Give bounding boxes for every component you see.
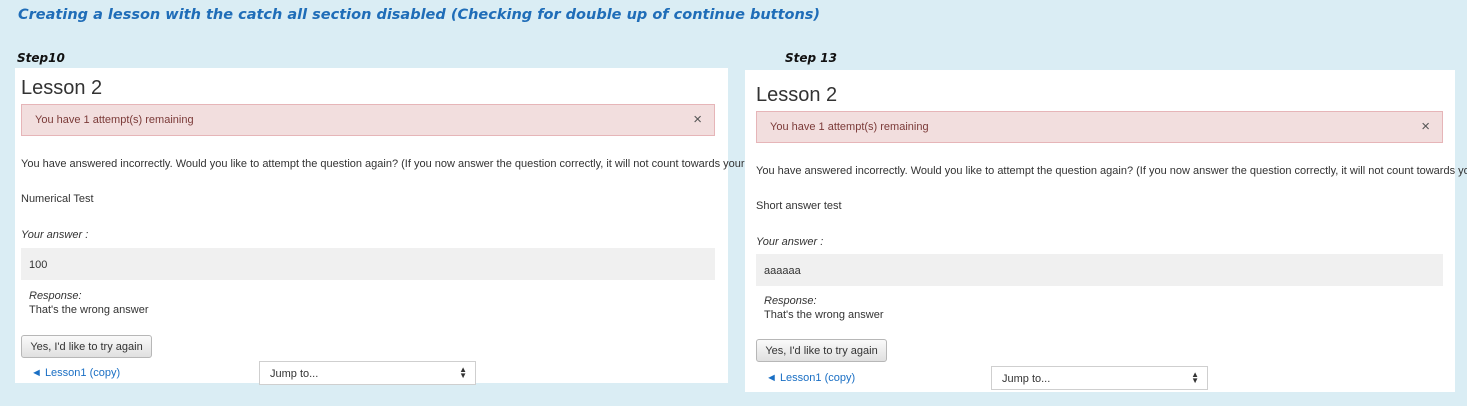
alert-text: You have 1 attempt(s) remaining <box>770 121 929 133</box>
step-label-right: Step 13 <box>785 51 837 65</box>
jump-to-select[interactable]: Jump to... ▲ ▼ <box>259 361 476 385</box>
lesson-panel-step10: Lesson 2 You have 1 attempt(s) remaining… <box>15 68 804 385</box>
jump-to-value: Jump to... <box>1002 373 1051 385</box>
lesson-title: Lesson 2 <box>756 84 838 106</box>
question-name: Numerical Test <box>21 193 94 205</box>
prev-lesson-link[interactable]: ◄ Lesson1 (copy) <box>31 367 120 379</box>
attempts-alert: You have 1 attempt(s) remaining × <box>756 111 1443 143</box>
your-answer-label: Your answer : <box>756 236 824 248</box>
response-text: That's the wrong answer <box>764 309 884 321</box>
response-label: Response: <box>29 290 82 302</box>
answer-box: aaaaaa <box>756 254 1443 286</box>
incorrect-message: You have answered incorrectly. Would you… <box>21 158 805 170</box>
lesson-panel-step13: Lesson 2 You have 1 attempt(s) remaining… <box>745 70 1467 392</box>
page-heading: Creating a lesson with the catch all sec… <box>18 7 821 23</box>
jump-to-value: Jump to... <box>270 368 319 380</box>
response-block: Response: That's the wrong answer <box>29 289 149 317</box>
close-icon[interactable]: × <box>1421 118 1430 135</box>
response-block: Response: That's the wrong answer <box>764 294 884 322</box>
your-answer-label: Your answer : <box>21 229 89 241</box>
response-label: Response: <box>764 295 817 307</box>
answer-value: 100 <box>29 259 48 271</box>
try-again-button[interactable]: Yes, I'd like to try again <box>21 335 152 358</box>
answer-box: 100 <box>21 248 715 280</box>
prev-lesson-link[interactable]: ◄ Lesson1 (copy) <box>766 372 855 384</box>
jump-to-select[interactable]: Jump to... ▲ ▼ <box>991 366 1208 390</box>
incorrect-message: You have answered incorrectly. Would you… <box>756 165 1467 177</box>
step-label-left: Step10 <box>17 51 65 65</box>
answer-value: aaaaaa <box>764 265 801 277</box>
response-text: That's the wrong answer <box>29 304 149 316</box>
select-arrows-icon: ▲ ▼ <box>459 365 467 380</box>
attempts-alert: You have 1 attempt(s) remaining × <box>21 104 715 136</box>
try-again-button[interactable]: Yes, I'd like to try again <box>756 339 887 362</box>
alert-text: You have 1 attempt(s) remaining <box>35 114 194 126</box>
question-name: Short answer test <box>756 200 842 212</box>
lesson-title: Lesson 2 <box>21 77 103 99</box>
close-icon[interactable]: × <box>693 111 702 128</box>
select-arrows-icon: ▲ ▼ <box>1191 370 1199 385</box>
